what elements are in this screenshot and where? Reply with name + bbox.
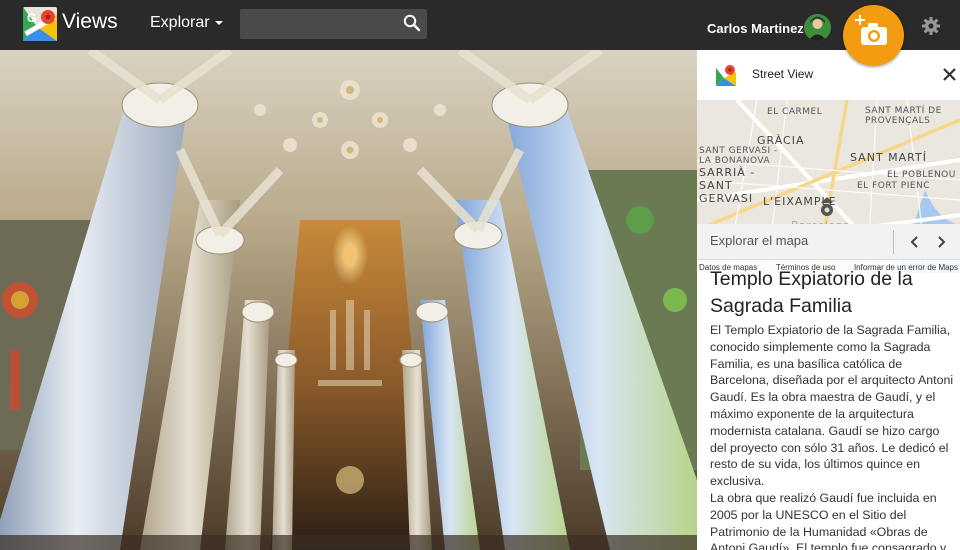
user-name[interactable]: Carlos Martinez <box>707 21 804 36</box>
add-photo-button[interactable] <box>843 5 904 66</box>
explore-map-bar: Explorar el mapa <box>697 224 960 260</box>
caret-down-icon <box>214 20 223 25</box>
chevron-left-icon[interactable] <box>907 233 923 251</box>
map-label-el-carmel: EL CARMEL <box>767 107 823 117</box>
place-title: Templo Expiatorio de la Sagrada Familia <box>710 268 913 317</box>
close-icon[interactable] <box>943 68 956 81</box>
app-name: Views <box>62 10 118 33</box>
map-label-el-poblenou: EL POBLENOU <box>887 170 956 180</box>
map-label-sant-marti-provencals: SANT MARTÍ DE PROVENÇALS <box>865 106 942 126</box>
chevron-right-icon[interactable] <box>933 233 949 251</box>
user-avatar-icon <box>804 14 831 41</box>
place-description: El Templo Expiatorio de la Sagrada Famil… <box>710 322 958 550</box>
search-icon[interactable] <box>403 14 421 32</box>
explore-menu-label: Explorar <box>150 14 210 31</box>
info-panel: Street View EL CARMEL SANT MARTÍ DE PROV… <box>697 50 960 550</box>
map-label-sant-gervasi-bonanova: SANT GERVASI - LA BONANOVA <box>699 146 778 166</box>
map-label-sant-marti: SANT MARTÍ <box>850 151 927 164</box>
place-description-text: El Templo Expiatorio de la Sagrada Famil… <box>710 323 954 489</box>
street-view-panorama[interactable] <box>0 50 697 550</box>
top-bar: G Views Explorar Carlos Martinez <box>0 0 960 50</box>
add-photo-camera-icon <box>855 15 887 45</box>
place-description-text-2: La obra que realizó Gaudí fue incluida e… <box>710 490 947 550</box>
sagrada-familia-interior-image <box>0 50 697 550</box>
avatar[interactable] <box>804 14 831 41</box>
gear-icon[interactable] <box>922 17 940 35</box>
street-view-icon <box>716 65 736 86</box>
map-label-el-fort-pienc: EL FORT PIENC <box>857 181 931 191</box>
explore-map-link[interactable]: Explorar el mapa <box>710 233 808 248</box>
maps-logo-icon[interactable]: G <box>23 7 57 41</box>
map-label-eixample: L'EIXAMPLE <box>763 195 837 208</box>
panel-header: Street View <box>697 50 960 100</box>
svg-text:G: G <box>27 11 36 25</box>
divider <box>893 230 894 254</box>
search-input[interactable] <box>240 9 427 39</box>
explore-menu-button[interactable]: Explorar <box>150 14 223 32</box>
panel-title: Street View <box>752 67 814 81</box>
